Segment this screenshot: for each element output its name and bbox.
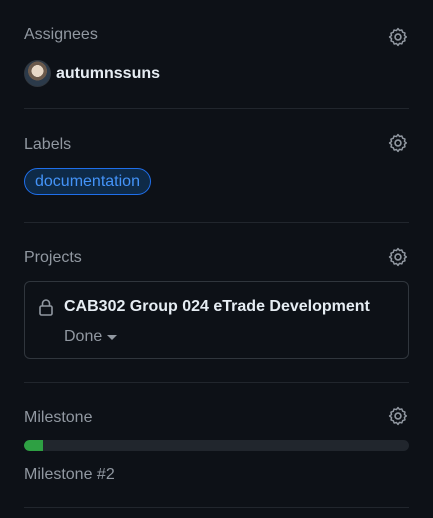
divider bbox=[24, 507, 409, 508]
milestone-settings-gear-icon[interactable] bbox=[387, 405, 409, 427]
labels-section: Labels documentation bbox=[24, 109, 409, 222]
projects-section: Projects CAB302 Group 024 eTrade Develop… bbox=[24, 223, 409, 382]
issue-sidebar: Assignees autumnssuns Labels documentati… bbox=[0, 0, 433, 518]
milestone-section: Milestone Milestone #2 bbox=[24, 383, 409, 507]
milestone-title: Milestone bbox=[24, 409, 93, 426]
assignees-section: Assignees autumnssuns bbox=[24, 0, 409, 108]
projects-settings-gear-icon[interactable] bbox=[387, 246, 409, 268]
project-name-link[interactable]: CAB302 Group 024 eTrade Development bbox=[64, 298, 370, 316]
assignee-login: autumnssuns bbox=[56, 64, 161, 82]
triangle-down-icon bbox=[107, 334, 118, 340]
label-documentation[interactable]: documentation bbox=[24, 168, 151, 195]
labels-settings-gear-icon[interactable] bbox=[387, 132, 409, 154]
assignees-settings-gear-icon[interactable] bbox=[387, 26, 409, 48]
milestone-progress-fill bbox=[24, 440, 44, 451]
milestone-name-link[interactable]: Milestone #2 bbox=[24, 466, 115, 484]
assignee-item[interactable]: autumnssuns bbox=[24, 60, 160, 87]
milestone-progress-bar bbox=[24, 440, 409, 451]
labels-title: Labels bbox=[24, 136, 72, 153]
lock-icon bbox=[38, 298, 54, 316]
avatar bbox=[24, 60, 51, 87]
project-status-value: Done bbox=[64, 328, 103, 345]
projects-title: Projects bbox=[24, 249, 82, 266]
project-status-dropdown[interactable]: Done bbox=[64, 328, 118, 346]
assignees-title: Assignees bbox=[24, 26, 98, 43]
project-card: CAB302 Group 024 eTrade Development Done bbox=[24, 281, 409, 359]
